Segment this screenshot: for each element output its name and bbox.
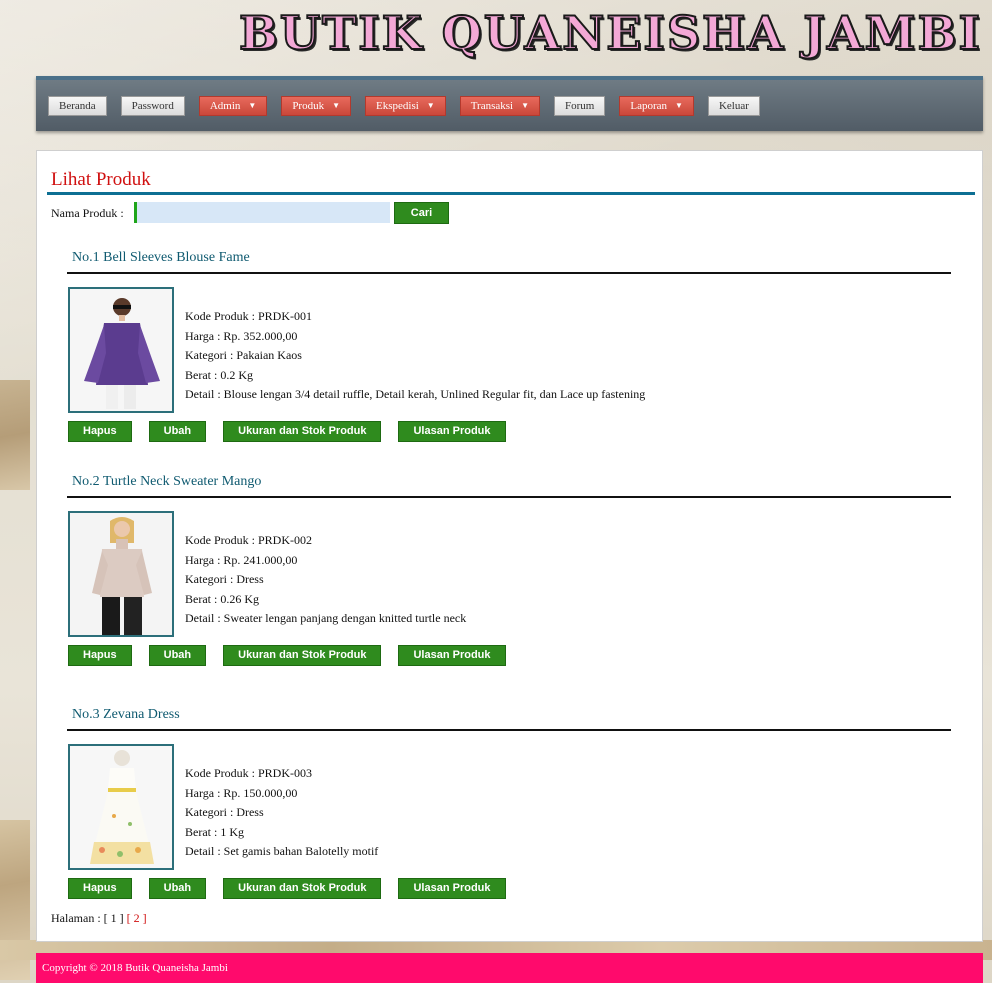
edit-button[interactable]: Ubah bbox=[148, 421, 207, 442]
product-category: Kategori : Dress bbox=[185, 805, 264, 819]
nav-menu: Beranda Password Admin ▼ Produk ▼ Ekspedisi ▼ Tr… bbox=[48, 96, 760, 116]
chevron-down-icon: ▼ bbox=[675, 101, 683, 110]
product-category: Kategori : Dress bbox=[185, 572, 264, 586]
size-stock-button[interactable]: Ukuran dan Stok Produk bbox=[223, 645, 382, 666]
chevron-down-icon: ▼ bbox=[248, 101, 257, 110]
product-card: No.2 Turtle Neck Sweater Mango Kode Prod… bbox=[67, 471, 951, 666]
product-category: Kategori : Pakaian Kaos bbox=[185, 348, 302, 362]
review-button[interactable]: Ulasan Produk bbox=[398, 878, 506, 899]
product-image bbox=[68, 744, 174, 870]
review-button[interactable]: Ulasan Produk bbox=[398, 421, 506, 442]
product-weight: Berat : 0.2 Kg bbox=[185, 367, 253, 382]
content-panel: Lihat Produk Nama Produk : Cari No.1 Bel… bbox=[36, 150, 983, 942]
product-weight: Berat : 0.26 Kg bbox=[185, 591, 259, 606]
product-image bbox=[68, 511, 174, 637]
nav-admin-button[interactable]: Admin ▼ bbox=[198, 96, 268, 116]
nav-label: Produk bbox=[292, 100, 325, 112]
nav-label: Beranda bbox=[59, 100, 96, 112]
heading-divider bbox=[47, 192, 975, 195]
product-price: Harga : Rp. 241.000,00 bbox=[185, 552, 298, 567]
page-title: Lihat Produk bbox=[51, 169, 151, 190]
product-code: Kode Produk : PRDK-002 bbox=[185, 533, 313, 547]
nav-label: Admin bbox=[209, 100, 241, 112]
edit-button[interactable]: Ubah bbox=[148, 878, 207, 899]
product-details: Kode Produk : PRDK-001 Harga : Rp. 352.0… bbox=[185, 307, 645, 405]
product-actions: Hapus Ubah Ukuran dan Stok Produk Ulasan… bbox=[68, 645, 523, 666]
nav-keluar-button[interactable]: Keluar bbox=[707, 96, 760, 116]
nav-ekspedisi-button[interactable]: Ekspedisi ▼ bbox=[365, 96, 446, 116]
nav-label: Keluar bbox=[718, 100, 749, 112]
delete-button[interactable]: Hapus bbox=[68, 421, 132, 442]
chevron-down-icon: ▼ bbox=[521, 101, 530, 110]
nav-label: Transaksi bbox=[470, 100, 514, 112]
nav-transaksi-button[interactable]: Transaksi ▼ bbox=[459, 96, 541, 116]
delete-button[interactable]: Hapus bbox=[68, 645, 132, 666]
edit-button[interactable]: Ubah bbox=[148, 645, 207, 666]
pagination: Halaman : [ 1 ] [ 2 ] bbox=[51, 911, 147, 926]
product-details: Kode Produk : PRDK-002 Harga : Rp. 241.0… bbox=[185, 531, 466, 629]
nav-forum-button[interactable]: Forum bbox=[554, 96, 606, 116]
product-details: Kode Produk : PRDK-003 Harga : Rp. 150.0… bbox=[185, 764, 378, 862]
search-label: Nama Produk : bbox=[51, 206, 124, 220]
product-card: No.1 Bell Sleeves Blouse Fame Kode Produ… bbox=[67, 247, 951, 442]
copyright-text: Copyright © 2018 Butik Quaneisha Jambi bbox=[42, 962, 228, 974]
nav-laporan-button[interactable]: Laporan ▼ bbox=[619, 96, 694, 116]
product-code: Kode Produk : PRDK-001 bbox=[185, 309, 313, 323]
nav-password-button[interactable]: Password bbox=[120, 96, 185, 116]
delete-button[interactable]: Hapus bbox=[68, 878, 132, 899]
product-actions: Hapus Ubah Ukuran dan Stok Produk Ulasan… bbox=[68, 421, 523, 442]
size-stock-button[interactable]: Ukuran dan Stok Produk bbox=[223, 878, 382, 899]
product-detail: Detail : Set gamis bahan Balotelly motif bbox=[185, 844, 379, 858]
product-price: Harga : Rp. 352.000,00 bbox=[185, 328, 298, 343]
search-button[interactable]: Cari bbox=[394, 202, 449, 224]
nav-label: Forum bbox=[565, 100, 595, 112]
review-button[interactable]: Ulasan Produk bbox=[398, 645, 506, 666]
product-actions: Hapus Ubah Ukuran dan Stok Produk Ulasan… bbox=[68, 878, 523, 899]
product-code: Kode Produk : PRDK-003 bbox=[185, 766, 313, 780]
product-name-search-input[interactable] bbox=[134, 202, 390, 223]
site-title: BUTIK QUANEISHA JAMBI bbox=[238, 5, 982, 61]
product-price: Harga : Rp. 150.000,00 bbox=[185, 785, 298, 800]
page-1: [ 1 ] bbox=[103, 911, 124, 925]
product-title: No.2 Turtle Neck Sweater Mango bbox=[72, 474, 262, 489]
product-title: No.1 Bell Sleeves Blouse Fame bbox=[72, 250, 250, 265]
chevron-down-icon: ▼ bbox=[332, 101, 341, 110]
nav-produk-button[interactable]: Produk ▼ bbox=[281, 96, 352, 116]
product-title: No.3 Zevana Dress bbox=[72, 707, 180, 722]
page-2-link[interactable]: [ 2 ] bbox=[127, 911, 147, 925]
nav-label: Password bbox=[131, 100, 174, 112]
nav-label: Laporan bbox=[630, 100, 668, 112]
product-weight: Berat : 1 Kg bbox=[185, 824, 244, 839]
product-image bbox=[68, 287, 174, 413]
nav-beranda-button[interactable]: Beranda bbox=[48, 96, 107, 116]
pagination-label: Halaman : bbox=[51, 911, 101, 925]
nav-label: Ekspedisi bbox=[376, 100, 419, 112]
size-stock-button[interactable]: Ukuran dan Stok Produk bbox=[223, 421, 382, 442]
main-navbar: Beranda Password Admin ▼ Produk ▼ Ekspedisi ▼ Tr… bbox=[36, 76, 983, 131]
background-floor bbox=[0, 380, 30, 490]
product-detail: Detail : Blouse lengan 3/4 detail ruffle… bbox=[185, 387, 646, 401]
footer: Copyright © 2018 Butik Quaneisha Jambi bbox=[36, 953, 983, 983]
chevron-down-icon: ▼ bbox=[426, 101, 435, 110]
product-detail: Detail : Sweater lengan panjang dengan k… bbox=[185, 611, 467, 625]
product-card: No.3 Zevana Dress Kode Produk: PRDK-003… bbox=[67, 704, 951, 899]
